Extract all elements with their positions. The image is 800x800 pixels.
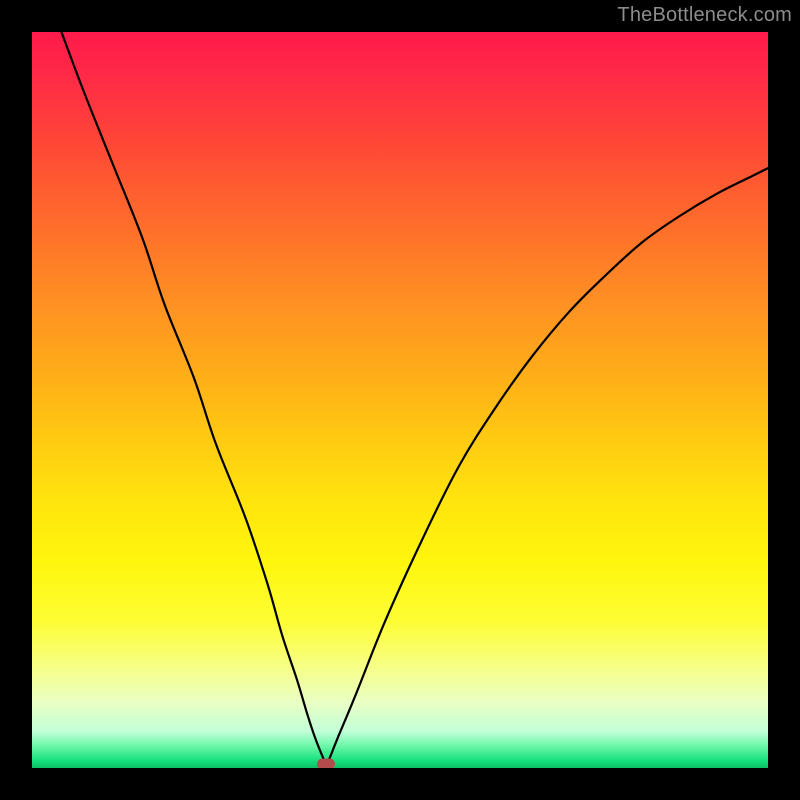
curve-path [61, 32, 768, 764]
chart-stage: TheBottleneck.com [0, 0, 800, 800]
minimum-marker [317, 759, 335, 768]
watermark-text: TheBottleneck.com [617, 4, 792, 27]
plot-area [32, 32, 768, 768]
bottleneck-curve [32, 32, 768, 768]
